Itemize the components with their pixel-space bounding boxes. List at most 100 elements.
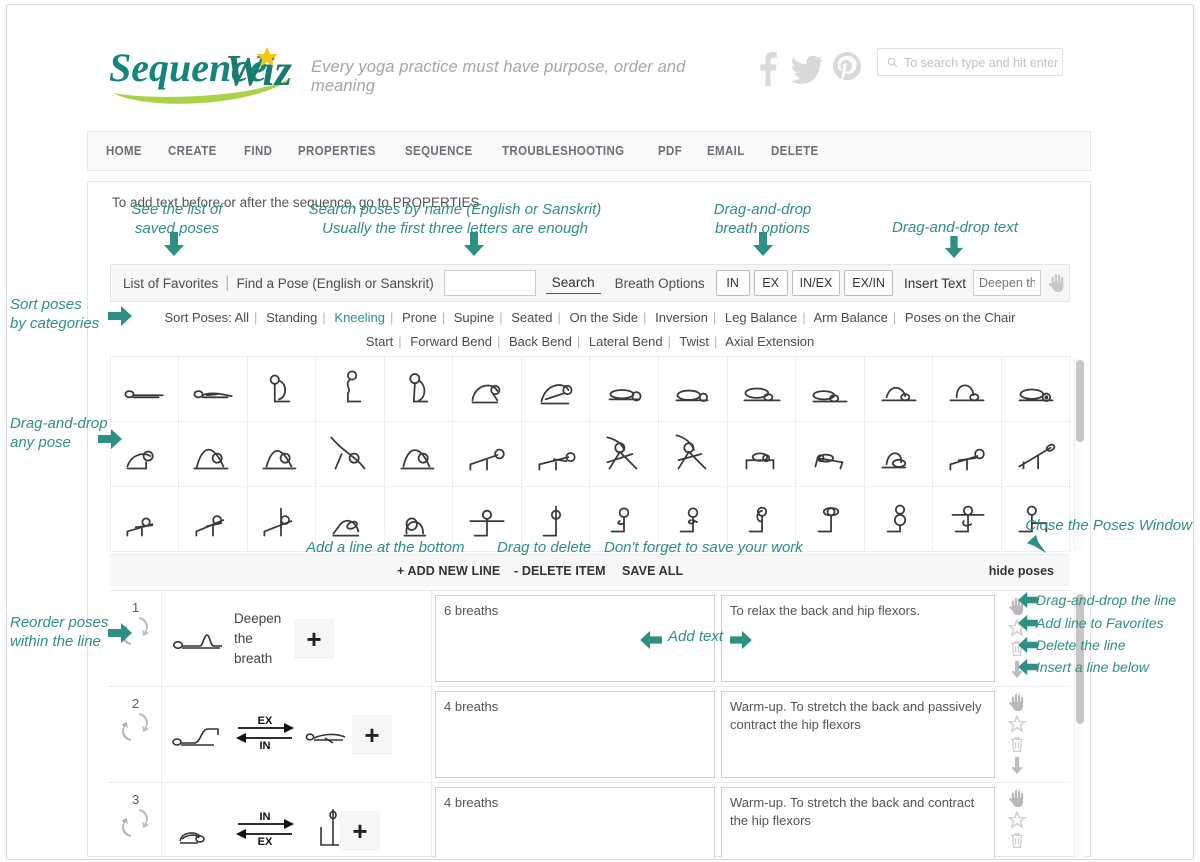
pose-library-item[interactable] [520, 485, 591, 552]
pose-thumbnail[interactable] [170, 613, 232, 664]
nav-item-pdf[interactable]: PDF [658, 144, 682, 158]
breath-button-ex-in[interactable]: EX/IN [844, 270, 893, 296]
pose-library-item[interactable] [520, 356, 591, 422]
category-lateral-bend[interactable]: Lateral Bend [589, 334, 663, 349]
pose-thumbnail[interactable] [170, 709, 232, 760]
nav-item-sequence[interactable]: SEQUENCE [405, 144, 472, 158]
pose-library-item[interactable] [383, 485, 454, 552]
breath-button-ex[interactable]: EX [753, 270, 788, 296]
pose-library-item[interactable] [658, 356, 728, 422]
sequencewiz-logo[interactable]: Sequence Wiz [107, 35, 299, 107]
breaths-textarea[interactable]: 4 breaths [435, 787, 715, 858]
pose-library-item[interactable] [932, 485, 1002, 552]
trash-delete-icon[interactable] [1007, 831, 1027, 850]
row-breaths-cell[interactable]: 6 breaths [432, 591, 718, 686]
row-poses-cell[interactable]: EX IN + [162, 687, 432, 782]
nav-item-delete[interactable]: DELETE [771, 144, 819, 158]
hide-poses-button[interactable]: hide poses [989, 564, 1054, 578]
sequence-scrollbar[interactable] [1074, 592, 1084, 858]
facebook-icon[interactable] [751, 50, 783, 86]
pose-library-item[interactable] [178, 356, 248, 422]
delete-item-button[interactable]: - DELETE ITEM [514, 564, 606, 578]
pose-search-input[interactable] [443, 270, 536, 296]
pose-thumbnail[interactable] [298, 709, 350, 760]
notes-textarea[interactable]: To relax the back and hip flexors. [721, 595, 995, 682]
pose-library-item[interactable] [246, 356, 317, 422]
pose-library-item[interactable] [589, 485, 660, 552]
pose-library-item[interactable] [658, 485, 728, 552]
pose-library-item[interactable] [110, 485, 180, 552]
breath-button-in-ex[interactable]: IN/EX [791, 270, 841, 296]
reorder-icon[interactable] [122, 809, 148, 837]
category-kneeling[interactable]: Kneeling [334, 310, 385, 325]
pose-library-item[interactable] [315, 356, 385, 422]
trash-delete-icon[interactable] [1007, 735, 1027, 754]
pose-library-item[interactable] [315, 420, 385, 487]
pose-library-item[interactable] [863, 356, 934, 422]
category-forward-bend[interactable]: Forward Bend [410, 334, 492, 349]
pose-library-item[interactable] [795, 485, 865, 552]
add-pose-button[interactable]: + [294, 618, 334, 659]
trash-delete-icon[interactable] [1007, 639, 1027, 658]
pose-library-item[interactable] [795, 356, 865, 422]
pose-library-item[interactable] [246, 485, 317, 552]
category-seated[interactable]: Seated [511, 310, 552, 325]
pose-library-item[interactable] [110, 420, 180, 487]
breath-button-in[interactable]: IN [715, 270, 750, 296]
row-breaths-cell[interactable]: 4 breaths [432, 687, 718, 782]
pose-library-item[interactable] [1000, 485, 1070, 552]
hand-drag-icon[interactable] [1007, 693, 1027, 712]
pose-library-item[interactable] [932, 356, 1002, 422]
add-pose-button[interactable]: + [340, 810, 380, 851]
pose-library-item[interactable] [726, 420, 797, 487]
category-twist[interactable]: Twist [679, 334, 709, 349]
arrow-down-insert-icon[interactable] [1007, 660, 1027, 679]
category-leg-balance[interactable]: Leg Balance [725, 310, 797, 325]
category-supine[interactable]: Supine [454, 310, 494, 325]
star-favorite-icon[interactable] [1007, 618, 1027, 637]
star-favorite-icon[interactable] [1007, 714, 1027, 733]
category-back-bend[interactable]: Back Bend [509, 334, 572, 349]
pose-library-item[interactable] [863, 420, 934, 487]
site-search[interactable]: To search type and hit enter [877, 48, 1063, 76]
list-of-favorites-link[interactable]: List of Favorites [123, 276, 218, 291]
table-row[interactable]: 1 Deepen the breath + 6 breaths To relax… [110, 591, 1070, 687]
category-inversion[interactable]: Inversion [655, 310, 708, 325]
nav-item-create[interactable]: CREATE [168, 144, 217, 158]
category-all[interactable]: All [235, 310, 249, 325]
pose-library-item[interactable] [110, 356, 180, 422]
breaths-textarea[interactable]: 6 breaths [435, 595, 715, 682]
category-prone[interactable]: Prone [402, 310, 437, 325]
add-new-line-button[interactable]: + ADD NEW LINE [397, 564, 500, 578]
pose-library-item[interactable] [520, 420, 591, 487]
pose-library-item[interactable] [589, 356, 660, 422]
twitter-icon[interactable] [791, 50, 823, 86]
pose-thumbnail[interactable] [298, 805, 339, 856]
pose-thumbnail[interactable] [170, 805, 232, 856]
nav-item-troubleshooting[interactable]: TROUBLESHOOTING [502, 144, 624, 158]
nav-item-properties[interactable]: PROPERTIES [298, 144, 376, 158]
row-poses-cell[interactable]: IN EX + [162, 783, 432, 858]
pose-library-item[interactable] [726, 485, 797, 552]
pose-library-item[interactable] [246, 420, 317, 487]
pose-library-item[interactable] [178, 485, 248, 552]
insert-text-input[interactable] [972, 270, 1041, 296]
nav-item-find[interactable]: FIND [244, 144, 272, 158]
category-axial-extension[interactable]: Axial Extension [725, 334, 814, 349]
row-breaths-cell[interactable]: 4 breaths [432, 783, 718, 858]
search-button[interactable]: Search [545, 272, 601, 294]
pose-library-item[interactable] [1000, 420, 1070, 487]
reorder-icon[interactable] [122, 713, 148, 741]
category-standing[interactable]: Standing [266, 310, 317, 325]
pose-library-item[interactable] [589, 420, 660, 487]
pose-library-item[interactable] [795, 420, 865, 487]
pose-library-item[interactable] [178, 420, 248, 487]
pinterest-icon[interactable] [831, 50, 863, 86]
reorder-icon[interactable] [122, 617, 148, 645]
row-poses-cell[interactable]: Deepen the breath + [162, 591, 432, 686]
hand-drag-icon[interactable] [1007, 597, 1027, 616]
scrollbar-thumb[interactable] [1076, 594, 1084, 724]
pose-grid-scrollbar[interactable] [1074, 358, 1084, 550]
row-notes-cell[interactable]: Warm-up. To stretch the back and contrac… [718, 783, 998, 858]
table-row[interactable]: 2 EX IN + 4 breaths Warm-up. To stretch … [110, 687, 1070, 783]
